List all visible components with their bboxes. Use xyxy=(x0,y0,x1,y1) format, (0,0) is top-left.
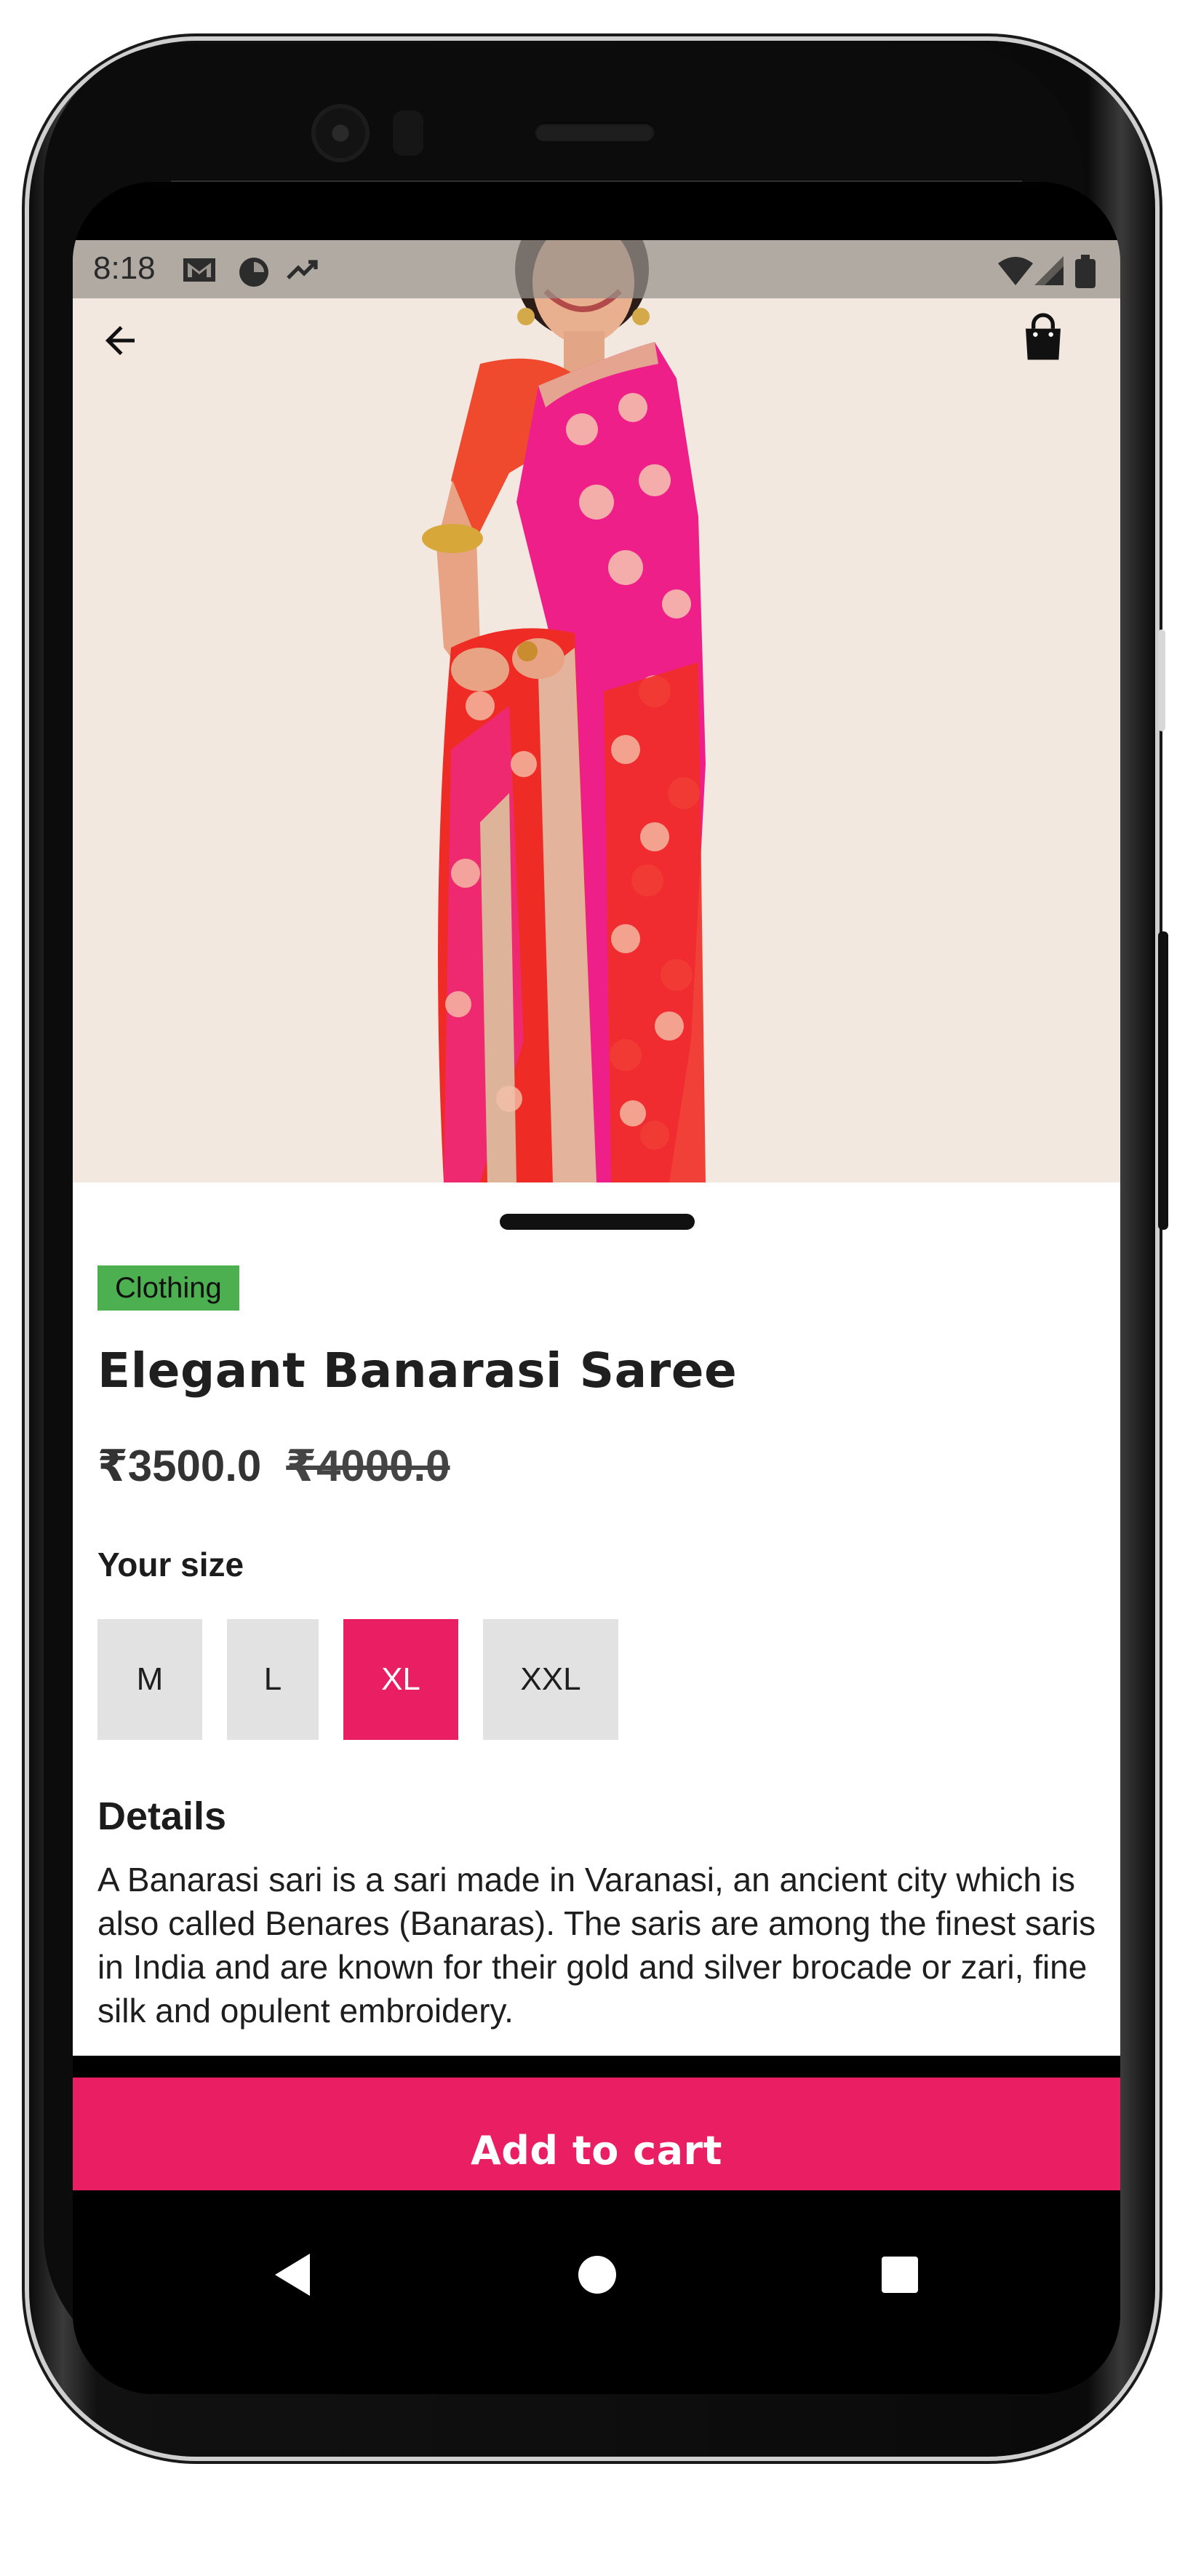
size-label: Your size xyxy=(97,1546,244,1583)
data-saver-icon xyxy=(239,258,268,287)
nav-back-icon[interactable] xyxy=(272,2252,313,2297)
wifi-icon xyxy=(998,257,1033,285)
signal-icon xyxy=(1034,256,1064,285)
nav-home-icon[interactable] xyxy=(578,2255,617,2294)
status-time: 8:18 xyxy=(93,250,156,286)
details-description: A Banarasi sari is a sari made in Varana… xyxy=(97,1861,1096,2030)
system-nav-bar xyxy=(73,2222,1120,2331)
back-button[interactable] xyxy=(98,319,178,399)
drag-handle[interactable] xyxy=(500,1214,695,1230)
size-option-xxl[interactable]: XXL xyxy=(483,1619,618,1740)
product-info-panel: Clothing Elegant Banarasi Saree ₹3500.0 … xyxy=(73,1182,1120,2056)
original-price: ₹4000.0 xyxy=(286,1442,450,1490)
saree-illustration xyxy=(422,240,706,1182)
cart-button[interactable] xyxy=(1020,313,1100,393)
gmail-icon xyxy=(183,258,215,282)
trending-icon xyxy=(287,260,318,279)
size-option-xl[interactable]: XL xyxy=(343,1619,458,1740)
size-selector: M L XL XXL xyxy=(97,1619,643,1740)
price-row: ₹3500.0 ₹4000.0 xyxy=(97,1441,450,1492)
product-image xyxy=(73,240,1120,1182)
nav-recents-icon[interactable] xyxy=(882,2257,918,2293)
proximity-sensor xyxy=(393,111,423,156)
size-option-m[interactable]: M xyxy=(97,1619,202,1740)
current-price: ₹3500.0 xyxy=(97,1442,262,1490)
volume-button xyxy=(1158,629,1165,731)
arrow-left-icon xyxy=(105,326,135,355)
size-option-l[interactable]: L xyxy=(227,1619,319,1740)
battery-icon xyxy=(1075,255,1096,288)
category-badge: Clothing xyxy=(97,1265,239,1311)
product-title: Elegant Banarasi Saree xyxy=(97,1343,738,1399)
front-camera xyxy=(311,104,370,162)
details-heading: Details xyxy=(97,1794,227,1838)
add-to-cart-button[interactable]: Add to cart xyxy=(73,2078,1120,2190)
power-button xyxy=(1158,931,1168,1230)
earpiece-speaker xyxy=(535,122,655,141)
screen: 8:18 Clothing Elegant Banarasi Saree ₹35… xyxy=(73,182,1120,2394)
status-bar: 8:18 xyxy=(73,240,1120,298)
shopping-bag-icon xyxy=(1026,313,1061,360)
product-detail-screen: 8:18 Clothing Elegant Banarasi Saree ₹35… xyxy=(73,240,1120,2190)
